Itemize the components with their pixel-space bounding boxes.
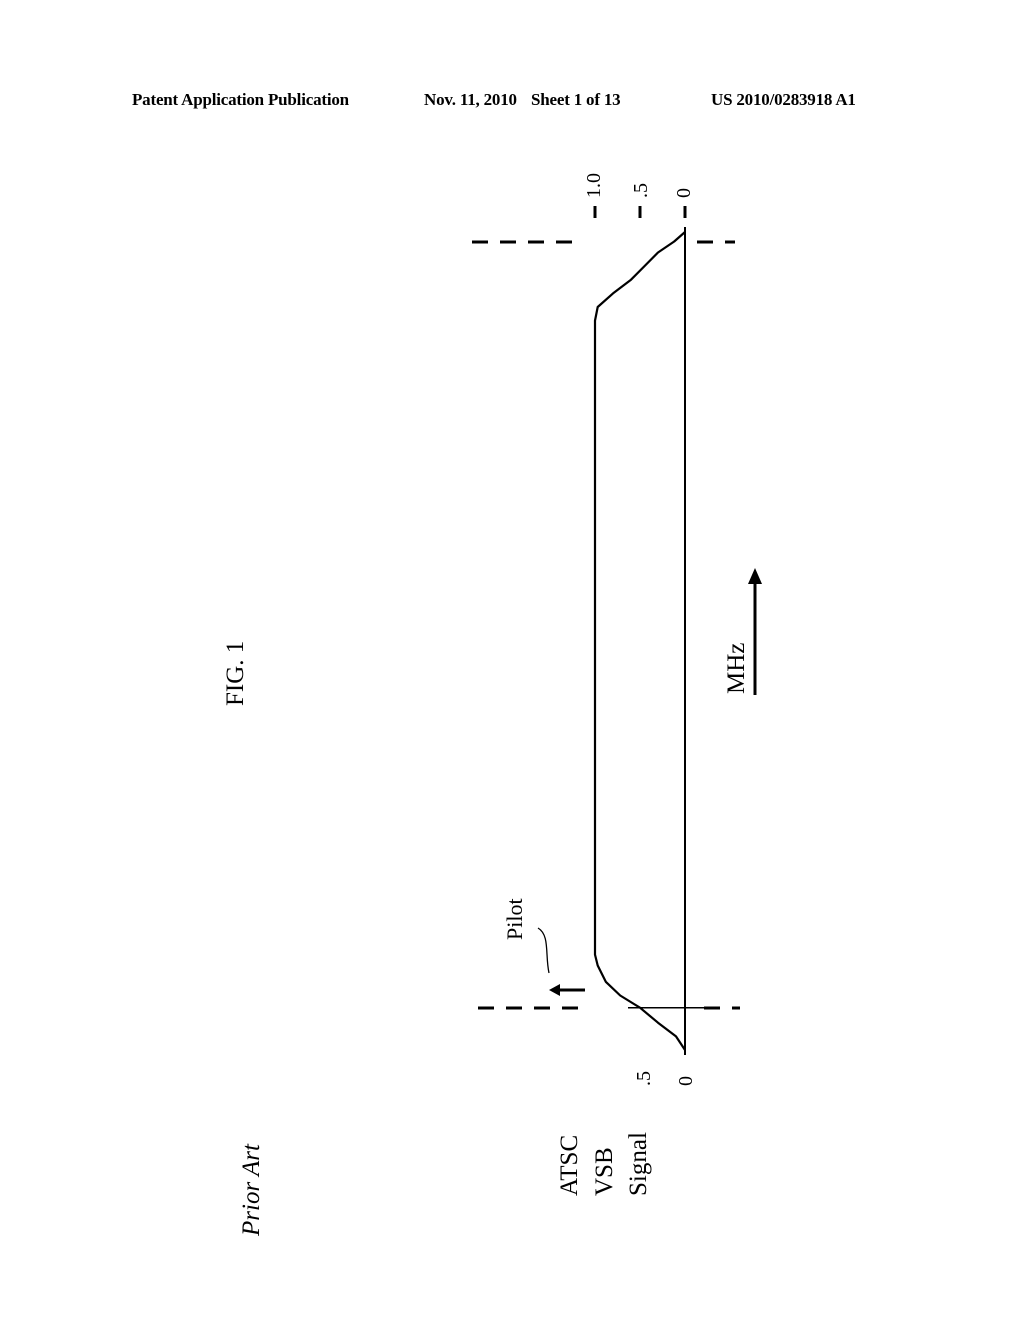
- signal-curve: [593, 231, 686, 1051]
- vsb-spectrum-chart: [472, 206, 762, 1055]
- pilot-leader-line: [537, 927, 550, 974]
- pilot-arrow-head: [549, 984, 560, 996]
- mhz-arrow-head: [748, 568, 762, 584]
